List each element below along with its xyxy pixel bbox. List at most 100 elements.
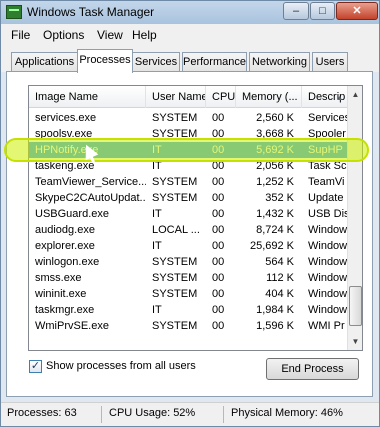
processes-panel: Image Name User Name CPU Memory (... Des… [6,71,373,397]
scroll-down-arrow-icon[interactable]: ▼ [349,334,362,349]
image-name-cell: TeamViewer_Service.... [35,176,146,188]
tab-networking[interactable]: Networking [249,52,310,72]
description-cell: Services [308,112,349,124]
menu-view[interactable]: View [97,28,123,42]
cpu-cell: 00 [212,192,225,204]
memory-cell: 1,984 K [256,304,294,316]
tab-performance[interactable]: Performance [182,52,247,72]
memory-cell: 1,596 K [256,320,294,332]
status-processes: Processes: 63 [7,407,77,419]
table-row[interactable]: WmiPrvSE.exe SYSTEM 00 1,596 K WMI Pr [29,318,349,334]
scroll-up-arrow-icon[interactable]: ▲ [349,87,362,102]
memory-cell: 1,432 K [256,208,294,220]
table-row[interactable]: winlogon.exe SYSTEM 00 564 K Window [29,254,349,270]
user-name-cell: SYSTEM [152,288,198,300]
cpu-cell: 00 [212,304,225,316]
task-manager-icon [6,5,22,19]
status-cpu: CPU Usage: 52% [109,407,196,419]
cpu-cell: 00 [212,240,225,252]
column-memory[interactable]: Memory (... [236,86,302,108]
menu-help[interactable]: Help [132,28,157,42]
title-bar[interactable]: Windows Task Manager – □ ✕ [1,1,379,24]
end-process-button[interactable]: End Process [266,358,359,380]
user-name-cell: IT [152,240,162,252]
scroll-thumb[interactable] [349,286,362,326]
user-name-cell: SYSTEM [152,256,198,268]
tab-services[interactable]: Services [132,52,180,72]
description-cell: Window [308,288,348,300]
maximize-button[interactable]: □ [310,2,335,20]
table-row[interactable]: smss.exe SYSTEM 00 112 K Window [29,270,349,286]
status-bar: Processes: 63 CPU Usage: 52% Physical Me… [1,402,379,426]
description-cell: Window [308,272,348,284]
status-divider [101,406,102,423]
column-image-name[interactable]: Image Name [29,86,146,108]
user-name-cell: SYSTEM [152,176,198,188]
column-cpu[interactable]: CPU [206,86,236,108]
table-row[interactable]: TeamViewer_Service.... SYSTEM 00 1,252 K Tea… [29,174,349,190]
table-row[interactable]: explorer.exe IT 00 25,692 K Window [29,238,349,254]
cpu-cell: 00 [212,112,225,124]
table-row[interactable]: SkypeC2CAutoUpdat... SYSTEM 00 352 K Update [29,190,349,206]
table-row[interactable]: USBGuard.exe IT 00 1,432 K USB Dis [29,206,349,222]
user-name-cell: IT [152,208,162,220]
table-row[interactable]: taskmgr.exe IT 00 1,984 K Window [29,302,349,318]
memory-cell: 8,724 K [256,224,294,236]
description-cell: WMI Pr [308,320,345,332]
description-cell: TeamVi [308,176,345,188]
image-name-cell: SkypeC2CAutoUpdat... [35,192,146,204]
cpu-cell: 00 [212,288,225,300]
description-cell: Window [308,256,348,268]
cpu-cell: 00 [212,176,225,188]
table-row[interactable]: audiodg.exe LOCAL ... 00 8,724 K Window [29,222,349,238]
image-name-cell: wininit.exe [35,288,87,300]
cpu-cell: 00 [212,224,225,236]
selection-highlight-marker [4,138,369,162]
table-row[interactable]: services.exe SYSTEM 00 2,560 K Services [29,110,349,126]
description-cell: Window [308,224,348,236]
sort-up-icon: ▲ [336,95,343,102]
vertical-scrollbar[interactable]: ▲ ▼ [347,86,362,350]
cpu-cell: 00 [212,320,225,332]
description-cell: Window [308,240,348,252]
table-row[interactable]: wininit.exe SYSTEM 00 404 K Window [29,286,349,302]
memory-cell: 25,692 K [249,240,294,252]
description-cell: USB Dis [308,208,349,220]
show-all-users-label: Show processes from all users [46,360,196,372]
image-name-cell: services.exe [35,112,97,124]
check-icon[interactable]: ✓ [29,360,42,373]
column-description[interactable]: Descrip ▲ [302,86,349,108]
minimize-button[interactable]: – [283,2,309,20]
menu-options[interactable]: Options [43,28,84,42]
cpu-cell: 00 [212,208,225,220]
tab-users[interactable]: Users [312,52,348,72]
image-name-cell: audiodg.exe [35,224,95,236]
image-name-cell: WmiPrvSE.exe [35,320,109,332]
status-memory: Physical Memory: 46% [231,407,343,419]
menu-bar: File Options View Help [1,24,379,46]
list-header: Image Name User Name CPU Memory (... Des… [29,86,349,108]
status-divider [223,406,224,423]
menu-file[interactable]: File [11,28,30,42]
user-name-cell: LOCAL ... [152,224,200,236]
user-name-cell: IT [152,304,162,316]
description-cell: Window [308,304,348,316]
memory-cell: 352 K [265,192,294,204]
memory-cell: 404 K [265,288,294,300]
tab-processes[interactable]: Processes [77,49,133,73]
user-name-cell: SYSTEM [152,272,198,284]
memory-cell: 2,560 K [256,112,294,124]
user-name-cell: SYSTEM [152,192,198,204]
task-manager-window: Windows Task Manager – □ ✕ File Options … [0,0,380,427]
tab-applications[interactable]: Applications [11,52,78,72]
image-name-cell: winlogon.exe [35,256,100,268]
process-list[interactable]: Image Name User Name CPU Memory (... Des… [28,85,363,351]
image-name-cell: explorer.exe [35,240,95,252]
image-name-cell: smss.exe [35,272,82,284]
tab-strip: Applications Processes Services Performa… [1,46,379,73]
column-user-name[interactable]: User Name [146,86,206,108]
close-button[interactable]: ✕ [336,2,378,20]
description-cell: Update [308,192,344,204]
memory-cell: 564 K [265,256,294,268]
cpu-cell: 00 [212,256,225,268]
